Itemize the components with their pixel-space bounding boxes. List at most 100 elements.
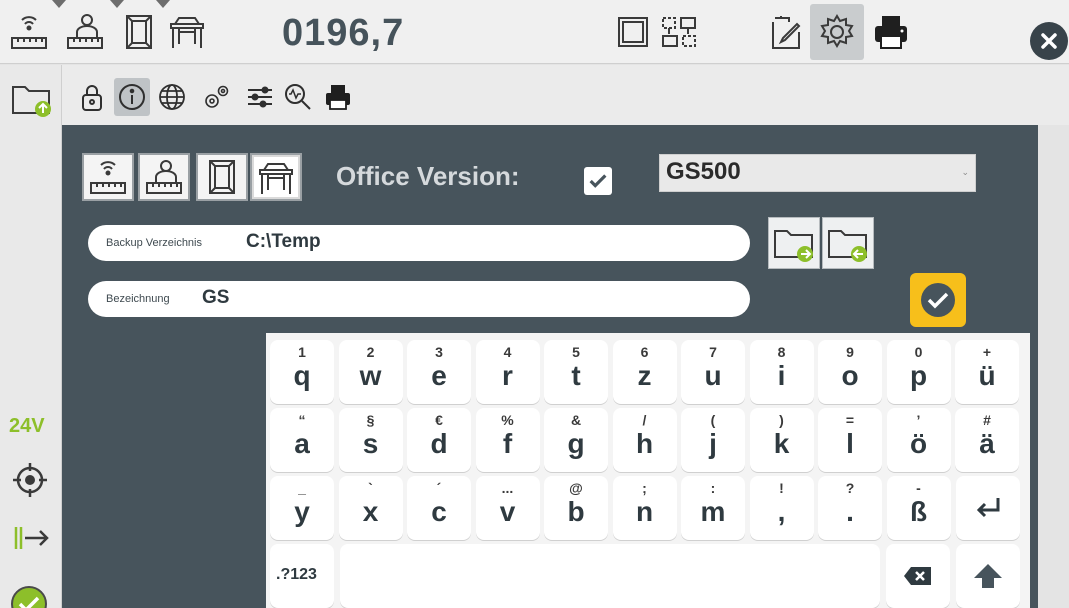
key-u[interactable]: 7u <box>681 340 745 404</box>
key-d[interactable]: € d <box>407 408 471 472</box>
checkmark-icon <box>589 174 607 188</box>
person-ruler-icon[interactable] <box>58 4 112 60</box>
sliders-icon[interactable] <box>242 78 278 116</box>
office-version-checkbox[interactable] <box>584 167 612 195</box>
table-frame-icon[interactable] <box>160 4 214 60</box>
check-circle-icon <box>921 283 955 317</box>
mode-window-frame-button[interactable] <box>196 153 248 201</box>
settings-gear-icon[interactable] <box>810 4 864 60</box>
key-n[interactable]: ; n <box>612 476 677 540</box>
key-k[interactable]: ) k <box>749 408 814 472</box>
key-secondary-label: % <box>501 412 514 428</box>
key-ä[interactable]: # ä <box>955 408 1019 472</box>
key-f[interactable]: % f <box>475 408 540 472</box>
key-r[interactable]: 4r <box>475 340 540 404</box>
key-h[interactable]: / h <box>612 408 677 472</box>
swap-layout-icon[interactable] <box>652 4 706 60</box>
key-primary-label: d <box>430 428 448 459</box>
close-button[interactable] <box>1030 22 1068 60</box>
gears-icon[interactable] <box>198 78 234 116</box>
key-secondary-label: 9 <box>846 344 854 360</box>
key-e[interactable]: 3e <box>407 340 471 404</box>
key-q[interactable]: 1q <box>270 340 334 404</box>
crosshair-target-icon[interactable] <box>12 462 48 498</box>
key-ß[interactable]: -ß <box>886 476 951 540</box>
close-icon <box>1041 33 1057 49</box>
symbols-mode-key[interactable]: .?123 <box>270 544 334 608</box>
shift-key[interactable] <box>956 544 1020 608</box>
window-frame-icon[interactable] <box>112 4 166 60</box>
info-icon[interactable] <box>114 78 150 116</box>
printer-icon[interactable] <box>864 4 918 60</box>
chevron-down-icon: ⌄ <box>961 167 969 177</box>
lock-icon[interactable] <box>74 78 110 116</box>
key-y[interactable]: _ y <box>270 476 334 540</box>
key-primary-label: . <box>846 496 854 527</box>
key-secondary-label: 2 <box>366 344 375 360</box>
key-x[interactable]: ` x <box>338 476 403 540</box>
key-ü[interactable]: + ü <box>955 340 1019 404</box>
enter-key[interactable] <box>956 476 1020 540</box>
key-primary-label: g <box>567 428 585 459</box>
key-z[interactable]: 6z <box>612 340 677 404</box>
key-p[interactable]: 0p <box>886 340 951 404</box>
app-window: 0196,7 24V Office Version: GS500 ⌄ Backu… <box>0 0 1069 608</box>
key-ö[interactable]: ’ ö <box>886 408 951 472</box>
key-primary-label: n <box>635 496 654 527</box>
model-select[interactable]: GS500 ⌄ <box>659 154 976 192</box>
key-t[interactable]: 5t <box>544 340 608 404</box>
key-i[interactable]: 8i <box>749 340 814 404</box>
wireless-ruler-icon <box>90 161 126 194</box>
name-label: Bezeichnung <box>106 293 170 305</box>
backspace-key[interactable] <box>886 544 950 608</box>
key-,[interactable]: !, <box>749 476 814 540</box>
mode-table-frame-button[interactable] <box>250 153 302 201</box>
key-secondary-label: “ <box>298 412 306 428</box>
printer-icon[interactable] <box>320 78 356 116</box>
key-s[interactable]: § s <box>338 408 403 472</box>
key-secondary-label: ’ <box>916 412 921 428</box>
ok-check-icon[interactable] <box>10 585 48 608</box>
key-primary-label: z <box>637 360 652 391</box>
wireless-ruler-icon[interactable] <box>2 4 56 60</box>
key-l[interactable]: = l <box>818 408 882 472</box>
globe-icon[interactable] <box>154 78 190 116</box>
mode-wireless-ruler-button[interactable] <box>82 153 134 201</box>
key-secondary-label: - <box>916 480 921 496</box>
name-field[interactable]: Bezeichnung GS <box>88 281 750 317</box>
backup-directory-field[interactable]: Backup Verzeichnis C:\Temp <box>88 225 750 261</box>
onscreen-keyboard: 1 q 2 w 3 e 4 r 5 t 6 z 7 u 8 i 9 o 0 p + ü “a § s € d% f & g / h(j) k = l… <box>266 333 1030 608</box>
key-primary-label: e <box>431 360 447 391</box>
mode-person-ruler-button[interactable] <box>138 153 190 201</box>
key-w[interactable]: 2w <box>338 340 403 404</box>
key-primary-label: t <box>571 360 581 391</box>
key-primary-label: b <box>567 496 585 527</box>
settings-toolbar <box>62 65 1069 125</box>
key-a[interactable]: “a <box>270 408 334 472</box>
key-primary-label: , <box>777 496 786 527</box>
key-v[interactable]: ... v <box>475 476 540 540</box>
key-b[interactable]: @ b <box>544 476 608 540</box>
key-secondary-label: ´ <box>436 480 442 496</box>
key-secondary-label: 4 <box>503 344 512 360</box>
key-secondary-label: 0 <box>914 344 923 360</box>
key-primary-label: v <box>499 496 516 527</box>
edit-document-icon[interactable] <box>758 4 812 60</box>
key-g[interactable]: & g <box>544 408 608 472</box>
space-key[interactable] <box>340 544 880 608</box>
key-secondary-label: ) <box>779 412 784 428</box>
key-o[interactable]: 9o <box>818 340 882 404</box>
key-m[interactable]: :m <box>681 476 745 540</box>
key-j[interactable]: (j <box>681 408 745 472</box>
folder-export-button[interactable] <box>768 217 820 269</box>
key-primary-label: p <box>909 360 928 391</box>
key-secondary-label: 6 <box>640 344 649 360</box>
key-.[interactable]: ?. <box>818 476 882 540</box>
key-c[interactable]: ´ c <box>407 476 471 540</box>
step-forward-icon[interactable] <box>12 523 52 553</box>
confirm-button[interactable] <box>910 273 966 327</box>
folder-upload-icon[interactable] <box>10 79 54 119</box>
analysis-search-icon[interactable] <box>280 78 316 116</box>
shift-icon <box>974 564 1002 588</box>
folder-import-button[interactable] <box>822 217 874 269</box>
